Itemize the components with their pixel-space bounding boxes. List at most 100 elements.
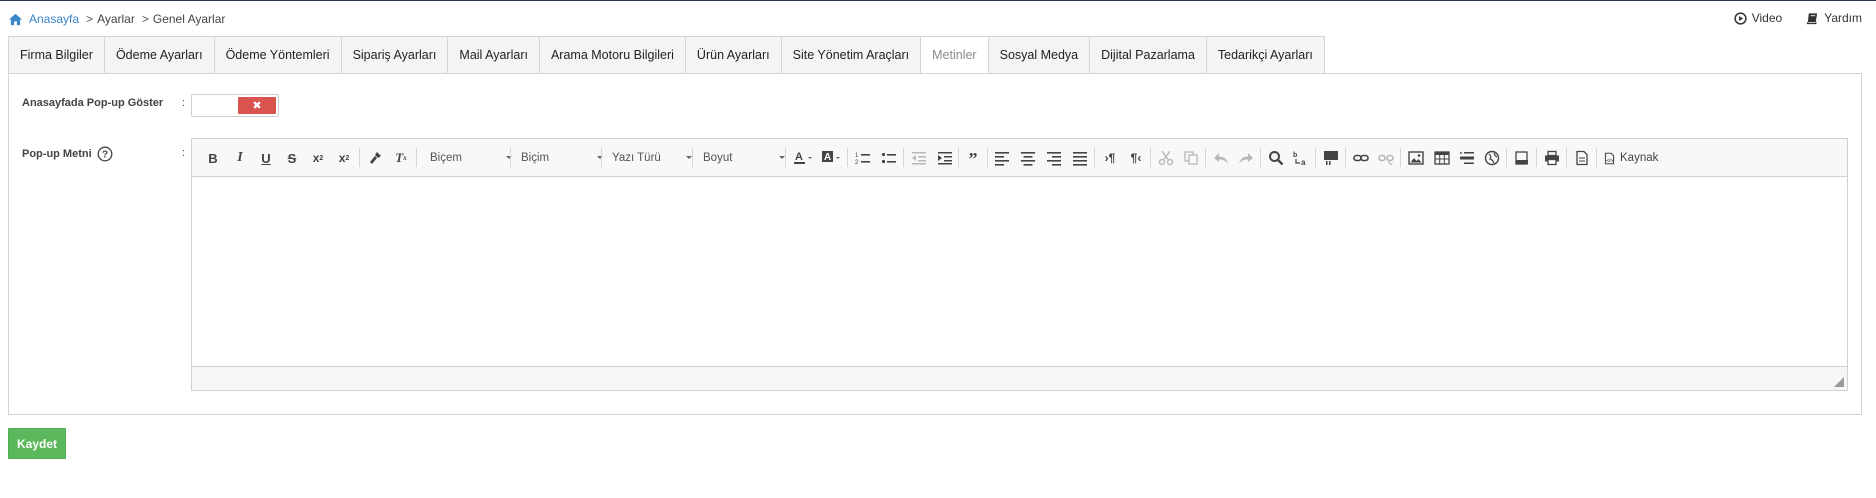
maximize-icon[interactable]	[1513, 150, 1531, 166]
outdent-icon[interactable]	[910, 150, 928, 166]
numbered-list-icon[interactable]: 1 2	[854, 150, 872, 166]
popup-show-colon: :	[182, 97, 186, 109]
redo-icon[interactable]	[1237, 150, 1255, 166]
toolbar-separator	[1400, 148, 1401, 167]
tab-sosyal-medya[interactable]: Sosyal Medya	[988, 36, 1091, 74]
font-combo-label: Yazı Türü	[612, 152, 661, 164]
italic-button[interactable]: I	[231, 150, 249, 166]
format-combo-label: Biçim	[521, 152, 550, 164]
home-icon[interactable]	[8, 13, 23, 26]
bullet-list-icon[interactable]	[880, 150, 898, 166]
popup-show-label: Anasayfada Pop-up Göster	[22, 97, 164, 109]
align-right-icon[interactable]	[1045, 150, 1063, 166]
breadcrumb: Anasayfa > Ayarlar > Genel Ayarlar	[8, 11, 225, 27]
toolbar-separator	[1596, 148, 1597, 167]
question-circle-icon[interactable]: ?	[97, 146, 113, 162]
underline-button[interactable]: U	[257, 150, 275, 166]
copy-format-brush-icon[interactable]	[366, 150, 384, 166]
strikethrough-button[interactable]: S	[283, 150, 301, 166]
breadcrumb-separator: >	[141, 12, 149, 26]
toolbar-separator	[1260, 148, 1261, 167]
top-links: Video Yardım	[1710, 11, 1862, 25]
toolbar-separator	[1315, 148, 1316, 167]
select-all-icon[interactable]	[1322, 150, 1340, 166]
popup-show-toggle[interactable]: ✖	[191, 94, 279, 117]
top-border	[0, 0, 1876, 1]
toolbar-separator	[1506, 148, 1507, 167]
play-circle-icon	[1734, 11, 1747, 25]
svg-text:?: ?	[102, 150, 108, 161]
help-link[interactable]: Yardım	[1806, 11, 1862, 25]
blockquote-button[interactable]: ”	[964, 149, 982, 169]
tab-siparis-ayarlari[interactable]: Sipariş Ayarları	[341, 36, 449, 74]
tab-tedarikci-ayarlari[interactable]: Tedarikçi Ayarları	[1206, 36, 1325, 74]
breadcrumb-item-genel-ayarlar: Genel Ayarlar	[152, 12, 226, 26]
editor-content-area[interactable]	[192, 178, 1847, 367]
tab-site-yonetim-araclari[interactable]: Site Yönetim Araçları	[781, 36, 922, 74]
source-button[interactable]: </> Kaynak	[1603, 150, 1658, 166]
toolbar-separator	[1150, 148, 1151, 167]
tab-urun-ayarlari[interactable]: Ürün Ayarları	[685, 36, 782, 74]
text-color-icon[interactable]: A	[792, 150, 816, 166]
align-left-icon[interactable]	[993, 150, 1011, 166]
format-combo[interactable]: Biçim	[521, 149, 603, 167]
background-color-icon[interactable]: A	[820, 150, 844, 166]
tab-odeme-ayarlari[interactable]: Ödeme Ayarları	[104, 36, 215, 74]
toolbar-separator	[359, 148, 360, 167]
superscript-button[interactable]: x2	[335, 150, 353, 166]
help-label: Yardım	[1824, 11, 1862, 25]
source-doc-icon: </>	[1604, 152, 1615, 164]
cut-icon[interactable]	[1157, 150, 1175, 166]
tab-firma-bilgiler[interactable]: Firma Bilgiler	[8, 36, 105, 74]
table-icon[interactable]	[1433, 150, 1451, 166]
toolbar-separator	[1094, 148, 1095, 167]
find-icon[interactable]	[1267, 150, 1285, 166]
toolbar-separator	[987, 148, 988, 167]
toolbar-separator	[601, 148, 602, 167]
align-justify-icon[interactable]	[1071, 150, 1089, 166]
remove-format-button[interactable]: Tx	[392, 150, 410, 166]
video-link[interactable]: Video	[1734, 11, 1782, 25]
toolbar-separator	[1345, 148, 1346, 167]
save-button[interactable]: Kaydet	[8, 428, 66, 459]
undo-icon[interactable]	[1212, 150, 1230, 166]
resize-handle-icon[interactable]	[1834, 377, 1844, 387]
toolbar-separator	[510, 148, 511, 167]
toolbar-separator	[692, 148, 693, 167]
replace-icon[interactable]: b a	[1292, 150, 1310, 166]
breadcrumb-home-link[interactable]: Anasayfa	[29, 12, 79, 26]
unlink-icon[interactable]	[1377, 150, 1395, 166]
align-center-icon[interactable]	[1019, 150, 1037, 166]
tab-metinler[interactable]: Metinler	[921, 36, 989, 74]
toggle-off-icon: ✖	[238, 97, 276, 114]
tab-dijital-pazarlama[interactable]: Dijital Pazarlama	[1090, 36, 1207, 74]
text-direction-ltr-button[interactable]: ›¶	[1101, 150, 1119, 166]
size-combo[interactable]: Boyut	[703, 149, 785, 167]
style-combo-label: Biçem	[430, 152, 462, 164]
svg-text:A: A	[795, 151, 803, 163]
text-direction-rtl-button[interactable]: ¶‹	[1127, 150, 1145, 166]
subscript-button[interactable]: x2	[309, 150, 327, 166]
toolbar-separator	[903, 148, 904, 167]
copy-icon[interactable]	[1182, 150, 1200, 166]
tab-arama-motoru-bilgileri[interactable]: Arama Motoru Bilgileri	[539, 36, 686, 74]
link-icon[interactable]	[1352, 150, 1370, 166]
new-page-icon[interactable]	[1573, 150, 1591, 166]
source-label: Kaynak	[1620, 152, 1659, 164]
settings-tabs: Firma Bilgiler Ödeme Ayarları Ödeme Yönt…	[8, 36, 1325, 74]
rich-text-editor: B I U S x2 x2 Tx Biçem Biçim Yazı Türü B…	[191, 138, 1848, 391]
video-label: Video	[1751, 11, 1783, 25]
tab-odeme-yontemleri[interactable]: Ödeme Yöntemleri	[214, 36, 342, 74]
font-combo[interactable]: Yazı Türü	[612, 149, 692, 167]
tab-mail-ayarlari[interactable]: Mail Ayarları	[448, 36, 540, 74]
svg-text:1: 1	[855, 153, 859, 159]
svg-text:b: b	[1293, 152, 1297, 159]
iframe-globe-icon[interactable]	[1483, 150, 1501, 166]
image-icon[interactable]	[1407, 150, 1425, 166]
bold-button[interactable]: B	[204, 150, 222, 166]
horizontal-line-icon[interactable]	[1458, 150, 1476, 166]
breadcrumb-item-ayarlar[interactable]: Ayarlar	[97, 12, 135, 26]
print-icon[interactable]	[1543, 150, 1561, 166]
style-combo[interactable]: Biçem	[430, 149, 512, 167]
indent-icon[interactable]	[936, 150, 954, 166]
